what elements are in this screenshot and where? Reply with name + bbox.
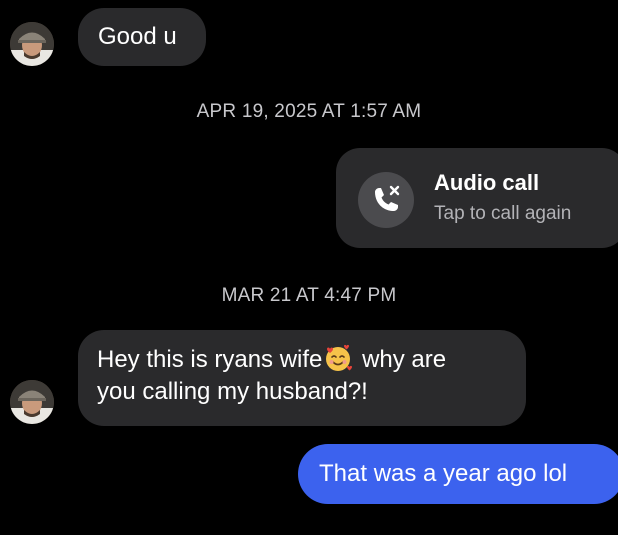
call-subtitle: Tap to call again bbox=[434, 203, 572, 224]
message-text: you calling my husband?! bbox=[97, 378, 368, 405]
message-text: Good u bbox=[98, 23, 177, 50]
smiling-face-with-hearts-emoji bbox=[326, 344, 353, 371]
message-text: That was a year ago lol bbox=[319, 460, 568, 487]
contact-avatar[interactable] bbox=[10, 380, 54, 424]
message-line: you calling my husband?! bbox=[97, 376, 526, 408]
missed-call-phone-icon bbox=[358, 172, 414, 228]
contact-avatar[interactable] bbox=[10, 22, 54, 66]
outgoing-message-bubble[interactable]: That was a year ago lol bbox=[298, 444, 618, 504]
conversation-timestamp: APR 19, 2025 AT 1:57 AM bbox=[196, 101, 422, 122]
incoming-message-bubble[interactable]: Good u bbox=[78, 8, 206, 66]
avatar-image bbox=[10, 22, 54, 66]
call-title: Audio call bbox=[434, 170, 540, 195]
message-line: Hey this is ryans wife why are bbox=[97, 343, 526, 376]
audio-call-card[interactable]: Audio call Tap to call again bbox=[336, 148, 618, 248]
incoming-message-bubble[interactable]: Hey this is ryans wife why are you calli… bbox=[78, 330, 526, 426]
conversation-timestamp: MAR 21 AT 4:47 PM bbox=[221, 285, 397, 306]
avatar-image bbox=[10, 380, 54, 424]
message-text: Hey this is ryans wife bbox=[97, 346, 323, 373]
message-text: why are bbox=[355, 346, 447, 373]
